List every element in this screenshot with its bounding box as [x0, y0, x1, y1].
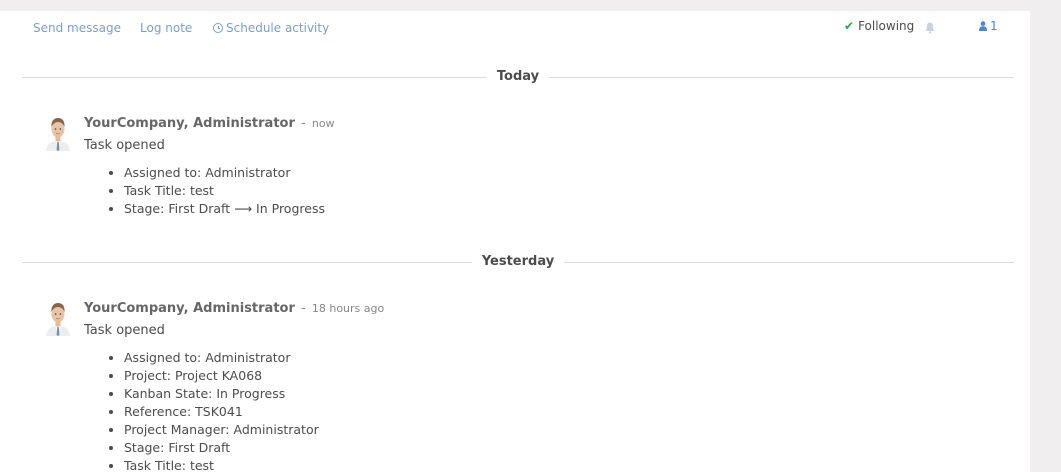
tracking-value: Administrator: [233, 422, 319, 437]
check-icon: ✔: [844, 19, 855, 33]
following-label: Following: [858, 19, 915, 33]
tracking-value-item: Task Title: test: [124, 457, 984, 472]
tracking-value-item: Project: Project KA068: [124, 367, 984, 385]
clock-icon: [213, 23, 223, 33]
tracking-old-value: First Draft: [168, 201, 231, 216]
author-name[interactable]: YourCompany, Administrator: [84, 116, 295, 131]
tracking-value-item: Assigned to: Administrator: [124, 164, 984, 182]
tracking-value: Project KA068: [174, 368, 263, 383]
tracking-value-item: Stage: First Draft: [124, 439, 984, 457]
date-label: Today: [486, 68, 550, 85]
tracking-value: test: [189, 458, 214, 472]
tracking-values-list: Assigned to: Administrator Task Title: t…: [84, 164, 984, 218]
tracking-value: First Draft: [168, 440, 231, 455]
tracking-value: test: [189, 183, 214, 198]
followers-button[interactable]: 1: [979, 19, 998, 34]
tracking-value-item: Project Manager: Administrator: [124, 421, 984, 439]
followers-count: 1: [990, 19, 998, 33]
tracking-new-value: In Progress: [256, 201, 325, 216]
header-separator: -: [301, 116, 306, 131]
tracking-value: Administrator: [205, 350, 291, 365]
send-message-button[interactable]: Send message: [33, 21, 121, 35]
message-time: 18 hours ago: [311, 302, 385, 315]
date-label: Yesterday: [471, 253, 565, 270]
message-subject: Task opened: [84, 138, 165, 153]
user-icon: [979, 20, 987, 34]
tracking-value: TSK041: [195, 404, 243, 419]
schedule-activity-button[interactable]: Schedule activity: [213, 21, 329, 35]
message-body: YourCompany, Administrator - 18 hours ag…: [84, 300, 984, 472]
tracking-values-list: Assigned to: Administrator Project: Proj…: [84, 349, 984, 472]
tracking-value-item: Kanban State: In Progress: [124, 385, 984, 403]
date-separator-yesterday: Yesterday: [22, 253, 1014, 270]
tracking-label: Assigned to:: [124, 165, 202, 180]
tracking-value-item: Assigned to: Administrator: [124, 349, 984, 367]
tracking-label: Stage:: [124, 201, 165, 216]
tracking-label: Reference:: [124, 404, 192, 419]
tracking-value-item: Reference: TSK041: [124, 403, 984, 421]
avatar[interactable]: [43, 115, 73, 151]
schedule-activity-label: Schedule activity: [226, 21, 330, 35]
arrow-right-icon: ⟶: [234, 201, 253, 216]
tracking-label: Stage:: [124, 440, 165, 455]
message-header: YourCompany, Administrator - 18 hours ag…: [84, 300, 984, 317]
tracking-label: Project Manager:: [124, 422, 230, 437]
message-header: YourCompany, Administrator - now: [84, 115, 984, 132]
tracking-label: Project:: [124, 368, 171, 383]
following-button[interactable]: ✔ Following: [844, 19, 914, 33]
message-body: YourCompany, Administrator - now Task op…: [84, 115, 984, 218]
tracking-value-item: Stage: First Draft⟶In Progress: [124, 200, 984, 218]
header-separator: -: [301, 301, 306, 316]
chatter-topbar: Send message Log note Schedule activity …: [0, 11, 1030, 45]
bell-icon[interactable]: [925, 19, 935, 34]
tracking-value-item: Task Title: test: [124, 182, 984, 200]
message-subject: Task opened: [84, 323, 165, 338]
tracking-value: In Progress: [216, 386, 286, 401]
author-name[interactable]: YourCompany, Administrator: [84, 301, 295, 316]
chatter-panel: Send message Log note Schedule activity …: [0, 11, 1030, 472]
avatar[interactable]: [43, 300, 73, 336]
tracking-label: Kanban State:: [124, 386, 213, 401]
tracking-label: Task Title:: [124, 458, 186, 472]
tracking-label: Task Title:: [124, 183, 186, 198]
tracking-label: Assigned to:: [124, 350, 202, 365]
date-separator-today: Today: [22, 68, 1014, 85]
message-time: now: [311, 117, 335, 130]
log-note-button[interactable]: Log note: [140, 21, 192, 35]
tracking-value: Administrator: [205, 165, 291, 180]
